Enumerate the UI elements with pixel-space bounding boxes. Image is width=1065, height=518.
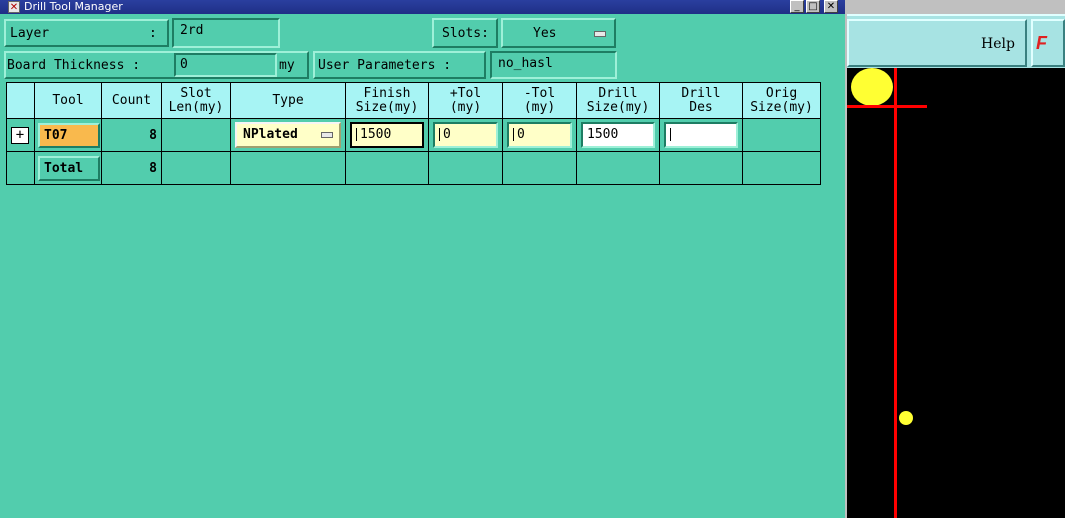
empty-cell [659,151,743,185]
close-button[interactable]: ✕ [824,0,838,13]
drill-size-input[interactable]: 1500 [581,122,655,148]
thickness-unit: my [279,58,295,73]
header-slot-len[interactable]: Slot Len(my) [161,82,231,119]
logo-button[interactable]: F [1031,19,1065,67]
table-row: + T07 8 NPlated 1500 0 0 1500 [6,118,821,152]
slots-dropdown[interactable]: Yes [501,18,616,48]
help-menu[interactable]: Help [981,36,1015,52]
type-dropdown[interactable]: NPlated [235,122,341,148]
empty-cell [502,151,577,185]
row-select-cell: + [6,118,35,152]
header-orig-size[interactable]: Orig Size(my) [742,82,821,119]
layer-field[interactable]: 2rd [172,18,280,48]
header-select [6,82,35,119]
user-parameters-value: no_hasl [498,56,553,71]
orig-size-cell [742,118,821,152]
tool-button[interactable]: T07 [38,123,100,148]
table-header-row: Tool Count Slot Len(my) Type Finish Size(m… [6,82,821,119]
empty-cell [345,151,429,185]
board-thickness-label: Board Thickness : [7,58,141,73]
minus-tol-cell: 0 [502,118,577,152]
minimize-button[interactable]: _ [790,0,804,13]
count-cell: 8 [101,118,162,152]
thickness-value: 0 [180,57,188,72]
drill-table: Tool Count Slot Len(my) Type Finish Size(m… [6,82,821,185]
editor-panel: Help F [845,0,1065,518]
title-bar[interactable]: ✕ Drill Tool Manager _ □ ✕ [0,0,845,14]
drill-size-cell: 1500 [576,118,660,152]
plus-tol-cell: 0 [428,118,503,152]
help-bar: Help [847,19,1027,67]
header-drill-des[interactable]: Drill Des [659,82,743,119]
header-type[interactable]: Type [230,82,346,119]
total-count-cell: 8 [101,151,162,185]
drill-des-cell [659,118,743,152]
board-thickness-input[interactable]: 0 [174,53,277,77]
total-select-cell [6,151,35,185]
header-finish-size[interactable]: Finish Size(my) [345,82,429,119]
drill-des-input[interactable] [664,122,738,148]
crosshair-horizontal [847,105,927,108]
option-menu-icon [321,132,333,138]
minus-tol-input[interactable]: 0 [507,122,572,148]
app-icon[interactable]: ✕ [8,1,20,13]
empty-cell [230,151,346,185]
layer-label-button[interactable]: Layer : [4,19,169,47]
maximize-button[interactable]: □ [806,0,820,13]
header-plus-tol[interactable]: +Tol (my) [428,82,503,119]
total-row: Total 8 [6,151,821,185]
slots-value: Yes [533,26,557,41]
empty-cell [742,151,821,185]
tool-cell: T07 [34,118,102,152]
total-label-cell: Total [34,151,102,185]
editor-toolbar: Help F [847,14,1065,70]
plus-tol-input[interactable]: 0 [433,122,498,148]
option-menu-icon [594,31,606,37]
empty-cell [161,151,231,185]
user-parameters-button[interactable]: User Parameters : [313,51,486,79]
drill-tool-manager-window: ✕ Drill Tool Manager _ □ ✕ Layer : 2rd S… [0,0,845,518]
header-drill-size[interactable]: Drill Size(my) [576,82,660,119]
header-minus-tol[interactable]: -Tol (my) [502,82,577,119]
user-parameters-label: User Parameters : [318,58,452,73]
layer-label: Layer [10,26,50,41]
drill-pad-large [851,68,893,106]
layer-value: 2rd [180,23,204,38]
header-tool[interactable]: Tool [34,82,102,119]
text-cursor [356,128,359,141]
empty-cell [428,151,503,185]
type-cell: NPlated [230,118,346,152]
text-cursor [670,128,673,141]
slots-label: Slots: [442,26,489,41]
header-count[interactable]: Count [101,82,162,119]
text-cursor [439,128,442,141]
user-parameters-field[interactable]: no_hasl [490,51,617,79]
window-title: Drill Tool Manager [24,0,123,13]
total-button[interactable]: Total [38,156,100,181]
crosshair-vertical [894,68,897,518]
expand-icon[interactable]: + [11,127,29,144]
logo-icon: F [1036,33,1047,53]
slots-label-box: Slots: [432,18,498,48]
layer-colon: : [149,26,157,41]
finish-size-cell: 1500 [345,118,429,152]
slot-len-cell [161,118,231,152]
empty-cell [576,151,660,185]
type-value: NPlated [243,127,298,142]
finish-size-input[interactable]: 1500 [350,122,424,148]
text-cursor [513,128,516,141]
drill-canvas[interactable] [847,68,1065,518]
drill-hole-small [899,411,913,425]
